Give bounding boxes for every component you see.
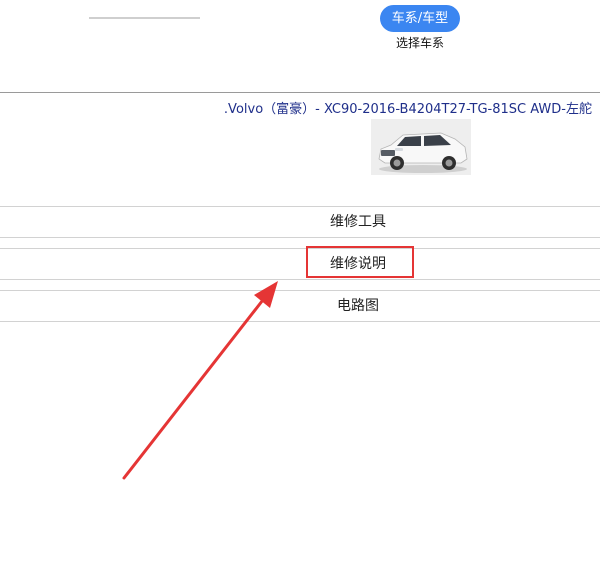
menu-item-label: 维修说明 (330, 256, 386, 272)
menu-item-label: 维修工具 (330, 214, 386, 230)
top-divider-line (89, 17, 200, 19)
menu-item-label: 电路图 (337, 298, 379, 314)
page: 车系/车型 选择车系 .Volvo（富豪）- XC90-2016-B4204T2… (0, 0, 600, 588)
menu-item-repair-manual[interactable]: 维修说明 (0, 248, 600, 280)
header-divider (0, 92, 600, 93)
car-photo (371, 119, 471, 175)
menu-item-repair-tools[interactable]: 维修工具 (0, 206, 600, 238)
menu-item-wiring-diagram[interactable]: 电路图 (0, 290, 600, 322)
vehicle-title: .Volvo（富豪）- XC90-2016-B4204T27-TG-81SC A… (223, 102, 592, 117)
car-image-icon (371, 119, 471, 175)
series-model-button[interactable]: 车系/车型 (380, 5, 460, 32)
series-caption: 选择车系 (395, 36, 444, 50)
